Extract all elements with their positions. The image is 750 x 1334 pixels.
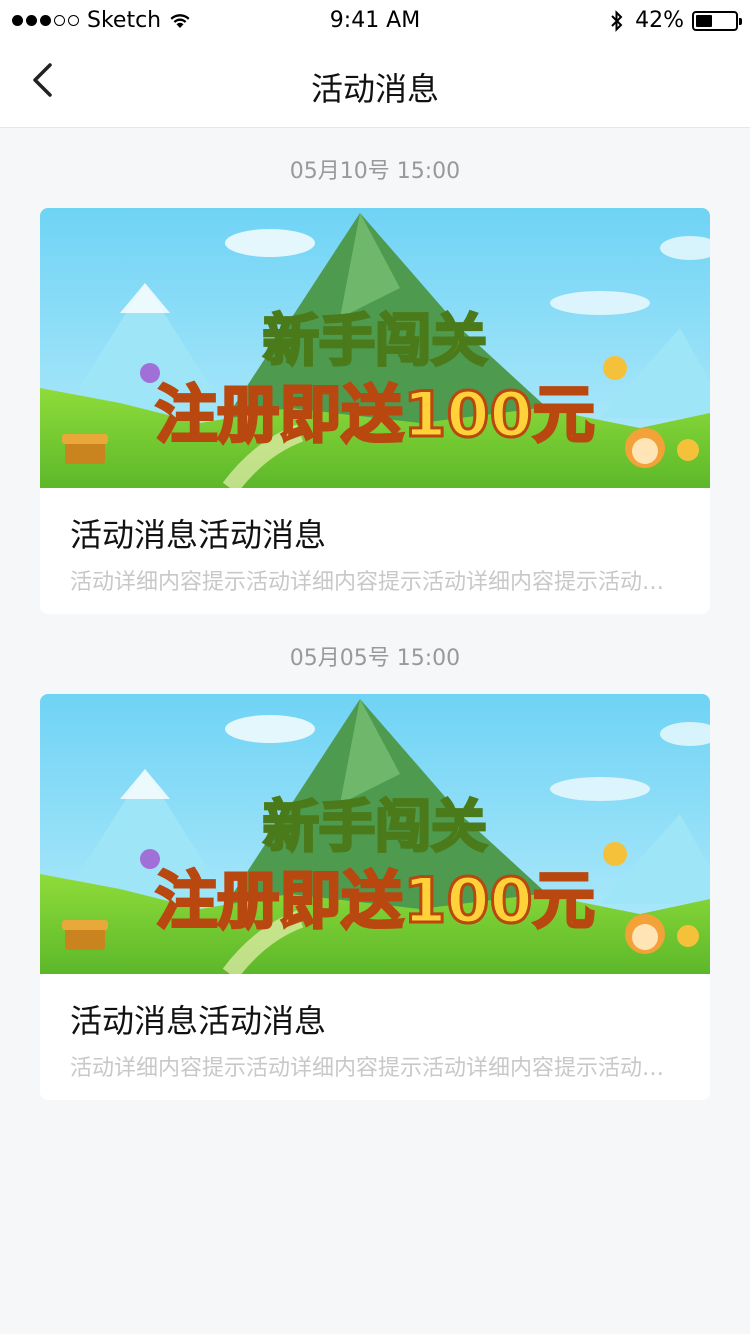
status-right: 42% <box>609 8 742 33</box>
message-card[interactable]: 新手闯关 注册即送100元 活动消息活动消息 活动详细内容提示活动详细内容提示活… <box>40 694 710 1100</box>
message-card[interactable]: 新手闯关 注册即送100元 活动消息活动消息 活动详细内容提示活动详细内容提示活… <box>40 208 710 614</box>
banner-headline-1: 新手闯关 <box>263 309 487 374</box>
banner-headline-2: 注册即送100元 <box>155 864 594 937</box>
bluetooth-icon <box>611 9 623 32</box>
message-date: 05月05号 15:00 <box>289 646 461 671</box>
message-title: 活动消息活动消息 <box>70 1002 327 1040</box>
battery-percent: 42% <box>635 8 684 33</box>
battery-icon <box>692 10 742 31</box>
status-bar: Sketch 9:41 AM 42% <box>0 0 750 40</box>
banner-headline-2: 注册即送100元 <box>155 378 594 451</box>
message-description: 活动详细内容提示活动详细内容提示活动详细内容提示活动详细内容提示 <box>70 570 680 595</box>
battery-level <box>696 14 712 27</box>
message-description: 活动详细内容提示活动详细内容提示活动详细内容提示活动详细内容提示 <box>70 1056 680 1081</box>
page-title: 活动消息 <box>310 70 439 108</box>
promo-banner-image: 新手闯关 注册即送100元 <box>40 694 710 974</box>
message-title: 活动消息活动消息 <box>70 516 327 554</box>
promo-banner-image: 新手闯关 注册即送100元 <box>40 208 710 488</box>
navigation-bar: 活动消息 <box>0 40 750 128</box>
message-date: 05月10号 15:00 <box>289 159 461 184</box>
banner-headline-1: 新手闯关 <box>263 795 487 860</box>
